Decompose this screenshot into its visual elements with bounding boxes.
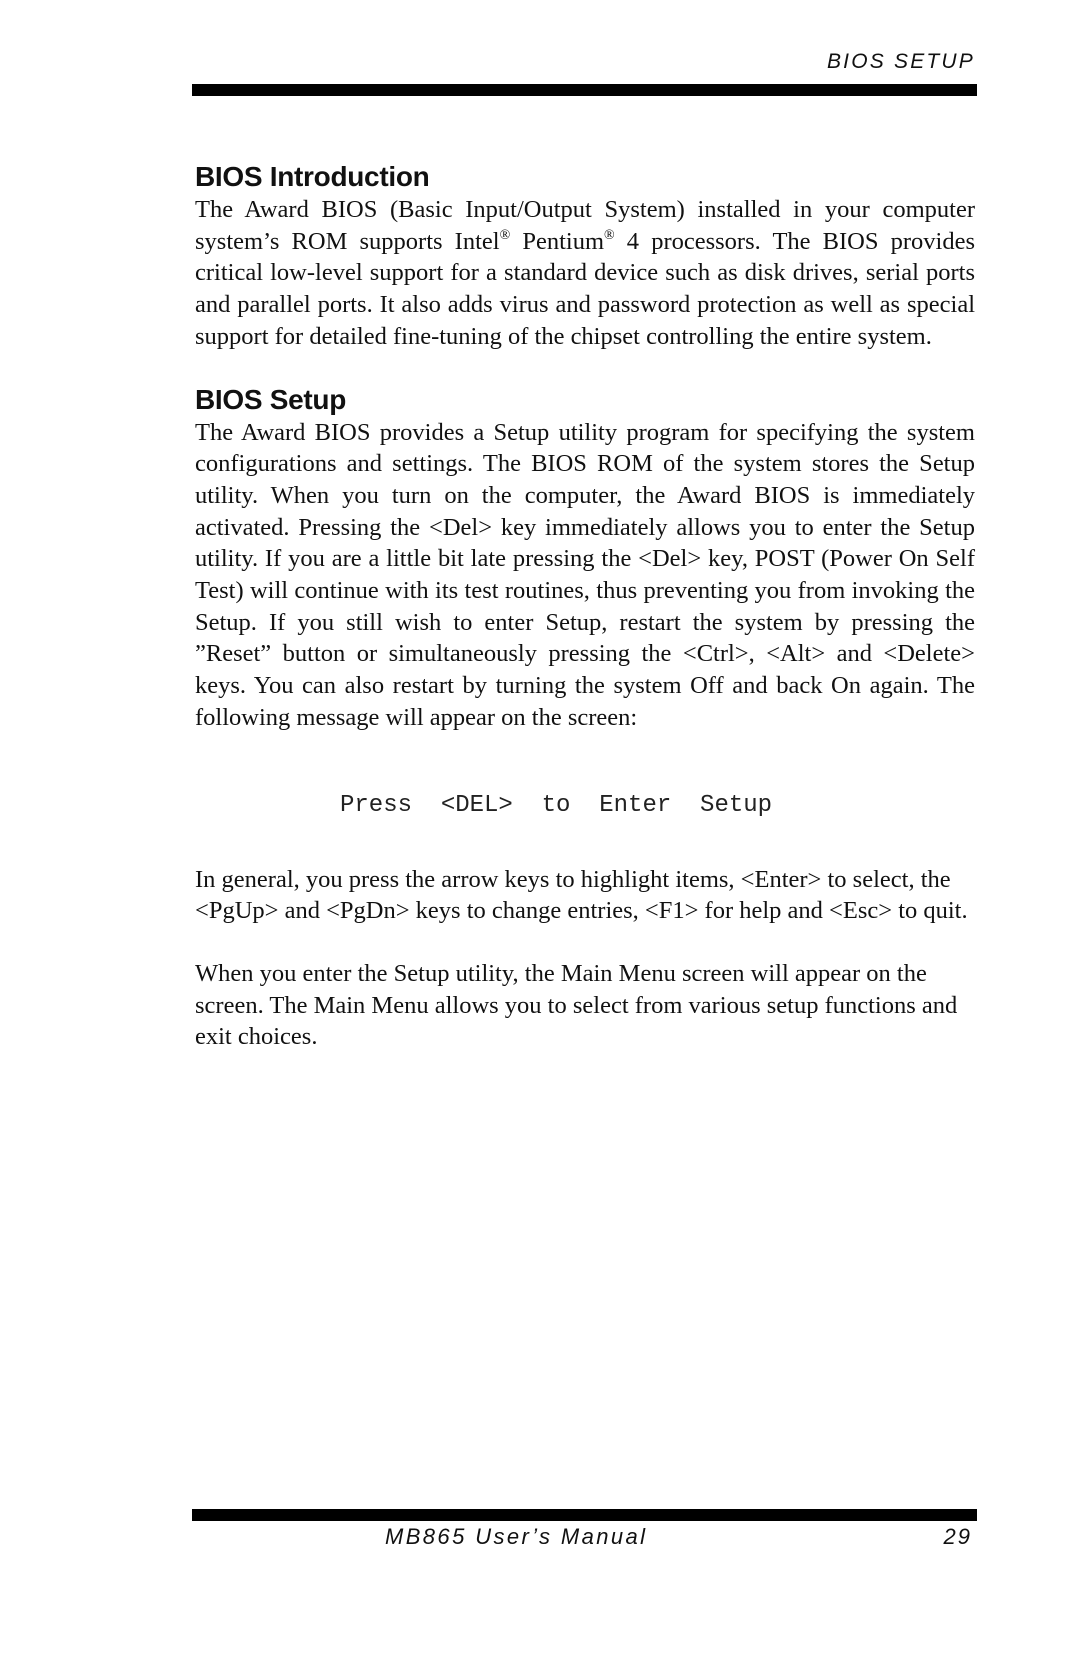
running-header-title: BIOS SETUP	[826, 50, 975, 73]
screen-message: Press <DEL> to Enter Setup	[340, 791, 773, 819]
footer-rule	[192, 1509, 977, 1521]
section-heading: BIOS Setup	[195, 383, 347, 415]
intro-paragraph: The Award BIOS (Basic Input/Output Syste…	[195, 194, 975, 353]
page-number: 29	[943, 1524, 972, 1549]
section-heading: BIOS Introduction	[195, 161, 430, 192]
intro-text-part: Pentium	[510, 227, 605, 255]
page-content: BIOS Introduction The Award BIOS (Basic …	[195, 160, 975, 1053]
setup-paragraph: The Award BIOS provides a Setup utility …	[195, 418, 975, 731]
registered-mark: ®	[604, 227, 615, 243]
footer-manual-title: MB865 User’s Manual	[385, 1524, 648, 1549]
section-bios-setup: BIOS Setup The Award BIOS provides a Set…	[195, 383, 975, 1054]
keys-paragraph: In general, you press the arrow keys to …	[195, 865, 968, 925]
registered-mark: ®	[499, 227, 511, 243]
main-menu-paragraph: When you enter the Setup utility, the Ma…	[195, 959, 958, 1051]
section-bios-introduction: BIOS Introduction The Award BIOS (Basic …	[195, 160, 975, 353]
header-rule	[192, 84, 977, 96]
